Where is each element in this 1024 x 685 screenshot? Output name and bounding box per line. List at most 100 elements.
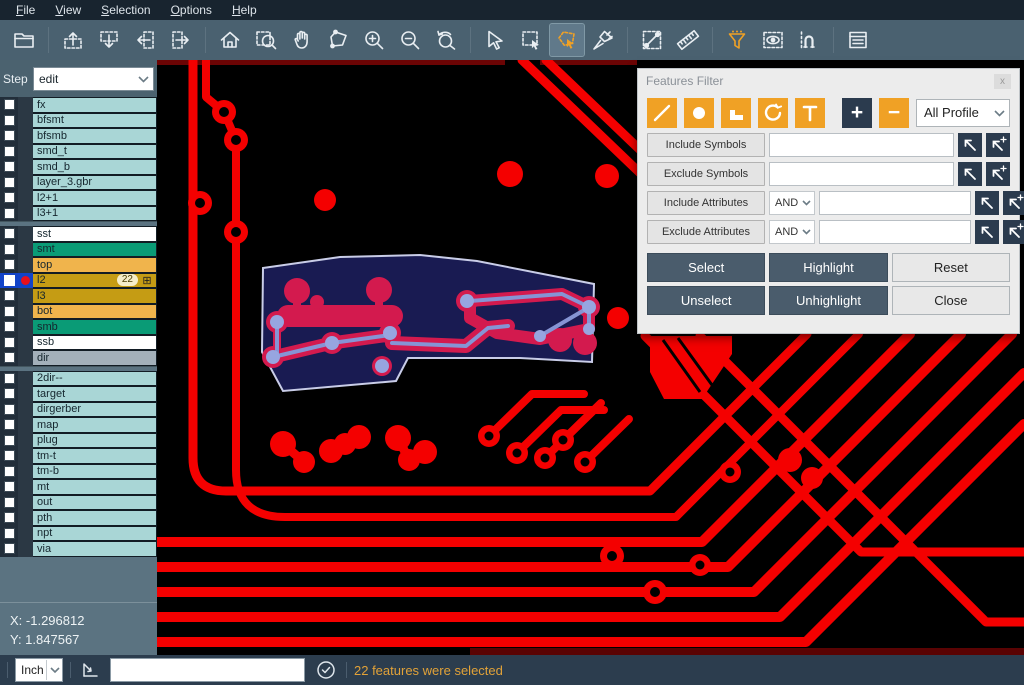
pick-add-symbols-button[interactable]: [986, 162, 1010, 186]
layer-active-indicator[interactable]: [18, 417, 33, 433]
layer-checkbox[interactable]: [0, 159, 18, 175]
layer-row-sst[interactable]: sst: [0, 226, 157, 242]
shift-down-button[interactable]: [92, 24, 126, 56]
layer-row-l3[interactable]: l3: [0, 288, 157, 304]
layer-row-map[interactable]: map: [0, 417, 157, 433]
layer-checkbox[interactable]: [0, 335, 18, 351]
shift-left-button[interactable]: [128, 24, 162, 56]
layer-checkbox[interactable]: [0, 526, 18, 542]
layer-checkbox[interactable]: [0, 495, 18, 511]
layer-checkbox[interactable]: [0, 113, 18, 129]
pad-tool-button[interactable]: [684, 98, 714, 128]
layer-checkbox[interactable]: [0, 402, 18, 418]
layer-row-smd_t[interactable]: smd_t: [0, 144, 157, 160]
layer-active-indicator[interactable]: [18, 350, 33, 366]
view-options-button[interactable]: [756, 24, 790, 56]
layer-active-indicator[interactable]: [18, 242, 33, 258]
layer-checkbox[interactable]: [0, 190, 18, 206]
layer-active-indicator[interactable]: [18, 273, 33, 289]
command-input[interactable]: [110, 658, 305, 682]
layer-checkbox[interactable]: [0, 350, 18, 366]
layer-row-via[interactable]: via: [0, 541, 157, 557]
highlight-button[interactable]: Highlight: [769, 253, 887, 282]
layer-active-indicator[interactable]: [18, 495, 33, 511]
layer-active-indicator[interactable]: [18, 113, 33, 129]
layer-active-indicator[interactable]: [18, 510, 33, 526]
unit-select[interactable]: Inch: [15, 658, 63, 682]
grid-icon[interactable]: ⊞: [140, 274, 154, 287]
include-symbols-button[interactable]: Include Symbols: [647, 133, 765, 157]
layer-row-tm-b[interactable]: tm-b: [0, 464, 157, 480]
layer-row-bfsmb[interactable]: bfsmb: [0, 128, 157, 144]
include-attributes-input[interactable]: [819, 191, 971, 215]
menu-selection[interactable]: Selection: [91, 1, 160, 19]
layer-row-out[interactable]: out: [0, 495, 157, 511]
layers-table-button[interactable]: [841, 24, 875, 56]
layer-row-bfsmt[interactable]: bfsmt: [0, 113, 157, 129]
layer-row-l2[interactable]: l222⊞: [0, 273, 157, 289]
layer-active-indicator[interactable]: [18, 144, 33, 160]
layer-active-indicator[interactable]: [18, 479, 33, 495]
snap-button[interactable]: [792, 24, 826, 56]
layer-row-smb[interactable]: smb: [0, 319, 157, 335]
layer-active-indicator[interactable]: [18, 226, 33, 242]
layer-checkbox[interactable]: [0, 371, 18, 387]
exclude-symbols-input[interactable]: [769, 162, 954, 186]
step-select[interactable]: edit: [33, 67, 154, 91]
layer-active-indicator[interactable]: [18, 288, 33, 304]
layer-checkbox[interactable]: [0, 464, 18, 480]
select-button[interactable]: Select: [647, 253, 765, 282]
reset-button[interactable]: Reset: [892, 253, 1010, 282]
layer-checkbox[interactable]: [0, 226, 18, 242]
arc-tool-button[interactable]: [758, 98, 788, 128]
include-attributes-operator-select[interactable]: AND: [769, 191, 815, 215]
layer-row-plug[interactable]: plug: [0, 433, 157, 449]
layer-active-indicator[interactable]: [18, 206, 33, 222]
layer-active-indicator[interactable]: [18, 128, 33, 144]
pick-attributes-button[interactable]: [975, 220, 999, 244]
zoom-out-button[interactable]: [393, 24, 427, 56]
refresh-icon[interactable]: [313, 658, 339, 682]
layer-active-indicator[interactable]: [18, 371, 33, 387]
profile-select[interactable]: All Profile: [916, 99, 1010, 127]
layer-active-indicator[interactable]: [18, 448, 33, 464]
shift-right-button[interactable]: [164, 24, 198, 56]
layer-row-target[interactable]: target: [0, 386, 157, 402]
layer-active-indicator[interactable]: [18, 159, 33, 175]
pick-symbols-button[interactable]: [958, 133, 982, 157]
layer-active-indicator[interactable]: [18, 319, 33, 335]
layer-active-indicator[interactable]: [18, 257, 33, 273]
layer-row-dirgerber[interactable]: dirgerber: [0, 402, 157, 418]
layer-row-bot[interactable]: bot: [0, 304, 157, 320]
layer-active-indicator[interactable]: [18, 190, 33, 206]
unhighlight-button[interactable]: Unhighlight: [769, 286, 887, 315]
home-view-button[interactable]: [213, 24, 247, 56]
select-tool-button[interactable]: [478, 24, 512, 56]
layer-checkbox[interactable]: [0, 433, 18, 449]
menu-view[interactable]: View: [45, 1, 91, 19]
polygon-select-button[interactable]: [550, 24, 584, 56]
zoom-in-button[interactable]: [357, 24, 391, 56]
layer-checkbox[interactable]: [0, 257, 18, 273]
features-filter-button[interactable]: [720, 24, 754, 56]
layer-row-tm-t[interactable]: tm-t: [0, 448, 157, 464]
layer-active-indicator[interactable]: [18, 526, 33, 542]
layer-checkbox[interactable]: [0, 128, 18, 144]
layer-checkbox[interactable]: [0, 144, 18, 160]
rect-select-button[interactable]: [514, 24, 548, 56]
include-attributes-button[interactable]: Include Attributes: [647, 191, 765, 215]
unselect-button[interactable]: Unselect: [647, 286, 765, 315]
layer-checkbox[interactable]: [0, 417, 18, 433]
pan-button[interactable]: [285, 24, 319, 56]
layer-row-layer_3.gbr[interactable]: layer_3.gbr: [0, 175, 157, 191]
zoom-previous-button[interactable]: [429, 24, 463, 56]
layer-checkbox[interactable]: [0, 541, 18, 557]
polygon-zoom-button[interactable]: [321, 24, 355, 56]
layer-row-npt[interactable]: npt: [0, 526, 157, 542]
layer-checkbox[interactable]: [0, 273, 18, 289]
add-filter-button[interactable]: +: [842, 98, 872, 128]
exclude-attributes-operator-select[interactable]: AND: [769, 220, 815, 244]
exclude-attributes-button[interactable]: Exclude Attributes: [647, 220, 765, 244]
layer-row-fx[interactable]: fx: [0, 97, 157, 113]
layer-active-indicator[interactable]: [18, 433, 33, 449]
